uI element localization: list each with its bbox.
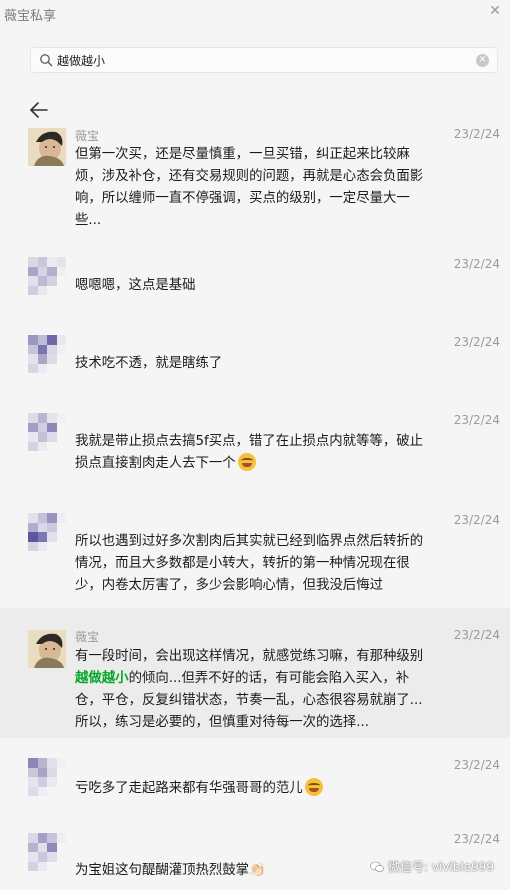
crying-laughing-emoji-icon <box>237 453 256 471</box>
list-item[interactable]: 23/2/24 嗯嗯嗯，这点是基础 <box>0 237 510 315</box>
avatar[interactable] <box>28 758 66 796</box>
avatar[interactable] <box>28 413 66 451</box>
search-input[interactable] <box>57 51 457 69</box>
list-item[interactable]: 23/2/24 为宝姐这句醍醐灌顶热烈鼓掌👏🏻 <box>0 818 510 890</box>
message-date: 23/2/24 <box>453 335 500 349</box>
message-text-content: 亏吃多了走起路来都有华强哥哥的范儿 <box>75 781 303 796</box>
message-text: 技术吃不透，就是瞎练了 <box>75 356 223 371</box>
message-date: 23/2/24 <box>453 628 500 642</box>
clear-search-icon[interactable]: ✕ <box>476 54 489 67</box>
crying-laughing-emoji-icon <box>304 778 323 796</box>
message-date: 23/2/24 <box>453 413 500 427</box>
sender-name: 薇宝 <box>75 630 100 644</box>
message-text: 我就是带止损点去搞5f买点，错了在止损点内就等等，破止损点直接割肉走人去下一个 <box>75 431 435 475</box>
watermark: 微信号: vivible999 <box>370 858 494 875</box>
message-text: 亏吃多了走起路来都有华强哥哥的范儿 <box>75 778 435 800</box>
title-bar: 薇宝私享 ✕ <box>0 0 510 30</box>
message-date: 23/2/24 <box>453 127 500 141</box>
message-text-part: 有一段时间，会出现这样情况，就感觉练习嘛，有那种级别 <box>75 649 424 664</box>
list-item[interactable]: 23/2/24 亏吃多了走起路来都有华强哥哥的范儿 <box>0 738 510 818</box>
sender-name: 薇宝 <box>75 129 100 143</box>
message-date: 23/2/24 <box>453 832 500 846</box>
avatar[interactable] <box>28 513 66 551</box>
message-list[interactable]: 薇宝 23/2/24 但第一次买，还是尽量慎重，一旦买错，纠正起来比较麻烦，涉及… <box>0 125 510 890</box>
message-text: 但第一次买，还是尽量慎重，一旦买错，纠正起来比较麻烦，涉及补仓，还有交易规则的问… <box>75 147 424 228</box>
list-item[interactable]: 23/2/24 所以也遇到过好多次割肉后其实就已经到临界点然后转折的情况，而且大… <box>0 493 510 608</box>
message-date: 23/2/24 <box>453 257 500 271</box>
back-arrow-icon[interactable] <box>28 99 50 121</box>
avatar[interactable] <box>28 335 66 373</box>
avatar[interactable] <box>28 833 66 871</box>
wechat-icon <box>370 861 384 873</box>
chat-history-window: 薇宝私享 ✕ ✕ 薇宝 <box>0 0 510 890</box>
list-item[interactable]: 23/2/24 技术吃不透，就是瞎练了 <box>0 315 510 393</box>
search-icon <box>40 54 53 67</box>
avatar[interactable] <box>28 128 66 166</box>
avatar[interactable] <box>28 257 66 295</box>
message-text: 嗯嗯嗯，这点是基础 <box>75 278 196 293</box>
message-text: 所以也遇到过好多次割肉后其实就已经到临界点然后转折的情况，而且大多数都是小转大，… <box>75 534 424 593</box>
list-item[interactable]: 薇宝 23/2/24 但第一次买，还是尽量慎重，一旦买错，纠正起来比较麻烦，涉及… <box>0 125 510 237</box>
message-date: 23/2/24 <box>453 758 500 772</box>
window-title: 薇宝私享 <box>4 9 57 24</box>
message-date: 23/2/24 <box>453 513 500 527</box>
list-item-selected[interactable]: 薇宝 23/2/24 有一段时间，会出现这样情况，就感觉练习嘛，有那种级别越做越… <box>0 608 510 738</box>
watermark-text: 微信号: vivible999 <box>388 860 494 874</box>
list-item[interactable]: 23/2/24 我就是带止损点去搞5f买点，错了在止损点内就等等，破止损点直接割… <box>0 393 510 493</box>
search-match-highlight: 越做越小 <box>75 671 129 686</box>
close-icon[interactable]: ✕ <box>486 2 504 20</box>
message-text: 有一段时间，会出现这样情况，就感觉练习嘛，有那种级别越做越小的倾向...但弄不好… <box>75 646 435 734</box>
search-box[interactable]: ✕ <box>30 47 498 73</box>
avatar[interactable] <box>28 630 66 668</box>
